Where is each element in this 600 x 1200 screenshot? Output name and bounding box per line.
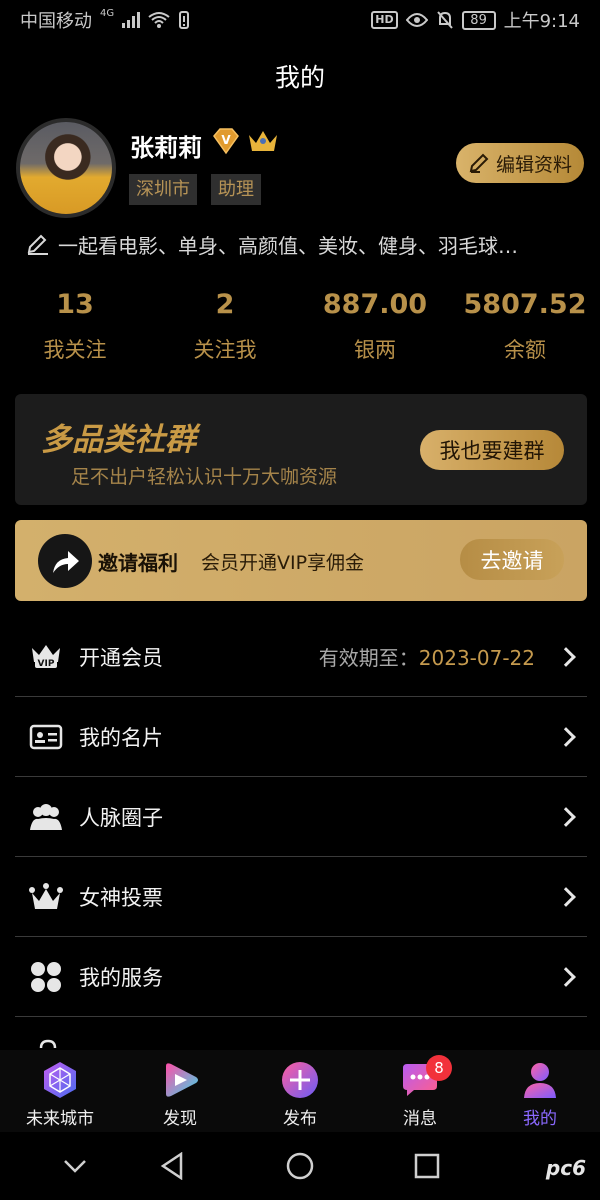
back-icon[interactable]	[152, 1146, 192, 1186]
vip-crown-icon: VIP	[28, 639, 64, 675]
stat-followers[interactable]: 2 关注我	[150, 288, 300, 364]
menu-label: 开通会员	[79, 645, 163, 670]
menu-item-partial[interactable]	[15, 1018, 587, 1048]
city-tag: 深圳市	[129, 174, 197, 205]
tab-mine[interactable]: 我的	[480, 1050, 600, 1132]
wifi-icon	[148, 12, 170, 28]
alert-icon	[179, 11, 190, 29]
tab-label: 消息	[403, 1109, 437, 1129]
go-invite-button[interactable]: 去邀请	[460, 539, 564, 580]
polyhedron-icon	[44, 1062, 76, 1098]
verified-diamond-icon: V	[213, 128, 239, 155]
stat-value: 5807.52	[463, 289, 587, 320]
signal-icon	[122, 12, 141, 28]
menu-item-vip[interactable]: VIP 开通会员 有效期至：2023-07-22	[15, 617, 587, 697]
people-icon	[28, 799, 64, 835]
network-type: 4G	[100, 7, 115, 19]
play-icon	[166, 1063, 198, 1097]
page-title: 我的	[274, 63, 325, 92]
invite-banner[interactable]: 邀请福利 会员开通VIP享佣金 去邀请	[15, 520, 587, 601]
crown-icon	[28, 879, 64, 915]
battery-icon: 89	[461, 10, 496, 30]
grid-clover-icon	[28, 959, 64, 995]
system-nav-bar: pc6	[0, 1132, 600, 1200]
menu-label: 女神投票	[79, 885, 163, 910]
chevron-right-icon	[556, 806, 576, 827]
crown-badge-icon	[249, 131, 277, 151]
user-name: 张莉莉	[130, 134, 202, 162]
stat-following[interactable]: 13 我关注	[0, 288, 150, 364]
pencil-icon	[469, 153, 489, 173]
stat-label: 关注我	[193, 338, 257, 362]
stat-label: 余额	[504, 338, 546, 362]
vip-expiry: 有效期至：2023-07-22	[319, 642, 535, 671]
stats-row: 13 我关注 2 关注我 887.00 银两 5807.52 余额	[0, 288, 600, 364]
stat-value: 2	[215, 289, 235, 320]
plus-circle-icon	[282, 1062, 318, 1098]
carrier-text: 中国移动	[20, 11, 92, 32]
invite-title: 邀请福利	[98, 551, 178, 575]
id-card-icon	[28, 719, 64, 755]
lock-icon	[39, 1039, 57, 1048]
tab-label: 未来城市	[26, 1109, 94, 1129]
menu-label: 人脉圈子	[79, 805, 163, 830]
chevron-right-icon	[556, 966, 576, 987]
stat-silver[interactable]: 887.00 银两	[300, 288, 450, 364]
community-title: 多品类社群	[41, 422, 196, 458]
vip-expiry-key: 有效期至：	[318, 646, 419, 670]
share-icon	[38, 534, 92, 588]
watermark: pc6	[545, 1156, 586, 1180]
edit-profile-label: 编辑资料	[495, 153, 572, 176]
tab-future-city[interactable]: 未来城市	[0, 1050, 120, 1132]
avatar[interactable]	[16, 118, 116, 218]
vip-expiry-date: 2023-07-22	[418, 646, 535, 670]
tab-publish[interactable]: 发布	[240, 1050, 360, 1132]
tab-label: 发布	[283, 1109, 317, 1129]
role-tag: 助理	[211, 174, 261, 205]
recents-icon[interactable]	[407, 1146, 447, 1186]
svg-text:VIP: VIP	[38, 659, 55, 669]
chevron-right-icon	[556, 726, 576, 747]
menu-label: 我的服务	[79, 965, 163, 990]
menu-item-service[interactable]: 我的服务	[15, 937, 587, 1017]
chevron-right-icon	[556, 646, 576, 667]
tab-label: 我的	[523, 1109, 557, 1129]
eye-icon	[405, 13, 428, 27]
pencil-icon	[27, 234, 48, 255]
stat-label: 我关注	[43, 338, 107, 362]
hd-icon: HD	[371, 11, 398, 29]
status-bar: 中国移动 4G HD 89 上午9:14	[0, 0, 600, 40]
unread-badge: 8	[426, 1055, 452, 1081]
stat-value: 13	[56, 289, 94, 320]
bottom-tab-bar: 未来城市 发现 发布 8 消息 我的	[0, 1050, 600, 1132]
chevron-down-icon[interactable]	[55, 1146, 95, 1186]
clock-text: 上午9:14	[503, 11, 580, 32]
community-subtitle: 足不出户轻松认识十万大咖资源	[71, 466, 338, 488]
stat-label: 银两	[354, 338, 396, 362]
vip-badge-text: V	[221, 133, 231, 147]
mute-bell-icon	[436, 11, 453, 29]
tab-discover[interactable]: 发现	[120, 1050, 240, 1132]
bio-text: 一起看电影、单身、高颜值、美妆、健身、羽毛球…	[58, 234, 518, 258]
stat-balance[interactable]: 5807.52 余额	[450, 288, 600, 364]
menu-list: VIP 开通会员 有效期至：2023-07-22 我的名片 人脉圈子 女神投票 …	[15, 617, 587, 1017]
home-icon[interactable]	[280, 1146, 320, 1186]
chevron-right-icon	[556, 886, 576, 907]
menu-item-card[interactable]: 我的名片	[15, 697, 587, 777]
menu-label: 我的名片	[79, 725, 163, 750]
tab-label: 发现	[163, 1109, 197, 1129]
invite-desc: 会员开通VIP享佣金	[201, 552, 365, 574]
create-group-button[interactable]: 我也要建群	[420, 430, 564, 470]
person-icon	[524, 1063, 556, 1098]
community-banner[interactable]: 多品类社群 足不出户轻松认识十万大咖资源 我也要建群	[15, 394, 587, 505]
menu-item-vote[interactable]: 女神投票	[15, 857, 587, 937]
tab-messages[interactable]: 8 消息	[360, 1050, 480, 1132]
stat-value: 887.00	[322, 289, 428, 320]
bio[interactable]: 一起看电影、单身、高颜值、美妆、健身、羽毛球…	[26, 230, 586, 259]
menu-item-network[interactable]: 人脉圈子	[15, 777, 587, 857]
edit-profile-button[interactable]: 编辑资料	[456, 143, 584, 183]
